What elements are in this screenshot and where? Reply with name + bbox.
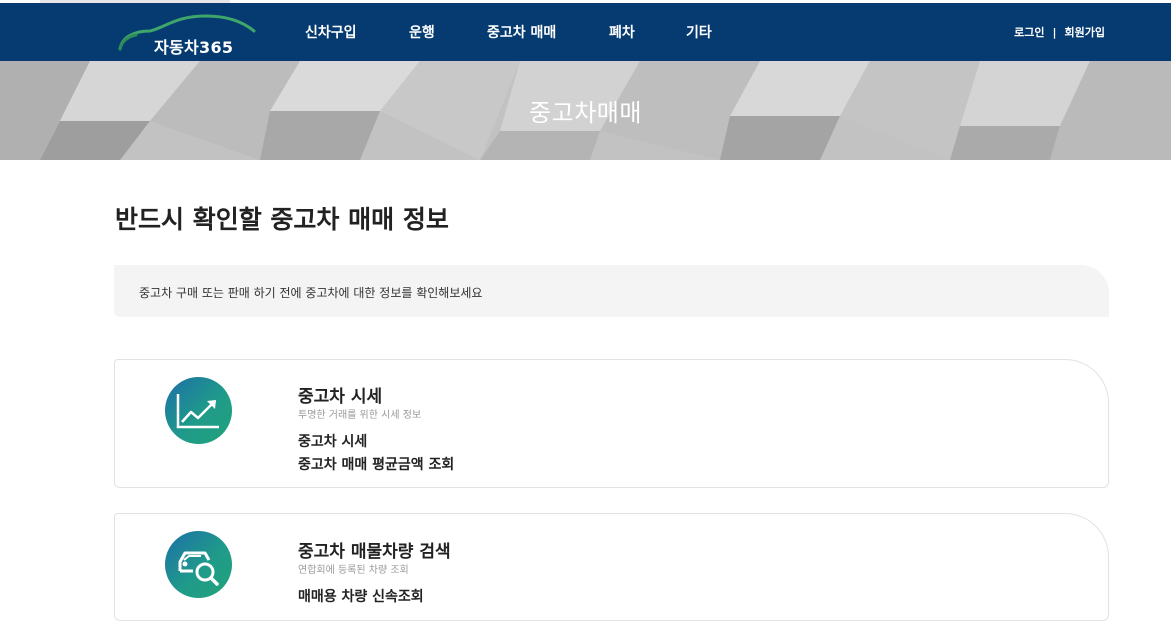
card-link-price[interactable]: 중고차 시세 bbox=[298, 431, 367, 451]
nav-etc[interactable]: 기타 bbox=[686, 22, 712, 42]
card-title: 중고차 시세 bbox=[298, 387, 383, 407]
card-title: 중고차 매물차량 검색 bbox=[298, 542, 451, 562]
auth-separator: | bbox=[1052, 25, 1057, 39]
trend-chart-icon bbox=[165, 377, 232, 444]
auth-links: 로그인 | 회원가입 bbox=[1014, 3, 1105, 61]
signup-link[interactable]: 회원가입 bbox=[1065, 24, 1105, 40]
card-subtitle: 투명한 거래를 위한 시세 정보 bbox=[298, 410, 422, 421]
notice-text: 중고차 구매 또는 판매 하기 전에 중고차에 대한 정보를 확인해보세요 bbox=[139, 286, 483, 300]
page-banner: 중고차매매 bbox=[0, 61, 1171, 160]
card-subtitle: 연합회에 등록된 차량 조회 bbox=[298, 565, 409, 576]
nav-new-car[interactable]: 신차구입 bbox=[305, 22, 357, 42]
card-link-quick-search[interactable]: 매매용 차량 신속조회 bbox=[298, 586, 424, 606]
logo-text: 자동차365 bbox=[154, 38, 234, 57]
notice-box: 중고차 구매 또는 판매 하기 전에 중고차에 대한 정보를 확인해보세요 bbox=[114, 265, 1109, 317]
nav-driving[interactable]: 운행 bbox=[409, 22, 435, 42]
site-logo[interactable]: 자동차365 bbox=[114, 7, 264, 59]
used-car-price-card[interactable]: 중고차 시세 투명한 거래를 위한 시세 정보 중고차 시세 중고차 매매 평균… bbox=[114, 359, 1109, 488]
card-link-average-price[interactable]: 중고차 매매 평균금액 조회 bbox=[298, 454, 454, 474]
page-title: 반드시 확인할 중고차 매매 정보 bbox=[115, 205, 449, 234]
site-header: 자동차365 신차구입 운행 중고차 매매 폐차 기타 로그인 | 회원가입 bbox=[0, 3, 1171, 61]
banner-title: 중고차매매 bbox=[529, 99, 642, 127]
nav-used-car-trade[interactable]: 중고차 매매 bbox=[487, 22, 556, 42]
car-search-icon bbox=[165, 531, 232, 598]
nav-scrap-car[interactable]: 폐차 bbox=[609, 22, 635, 42]
used-car-search-card[interactable]: 중고차 매물차량 검색 연합회에 등록된 차량 조회 매매용 차량 신속조회 bbox=[114, 513, 1109, 621]
login-link[interactable]: 로그인 bbox=[1014, 24, 1044, 40]
